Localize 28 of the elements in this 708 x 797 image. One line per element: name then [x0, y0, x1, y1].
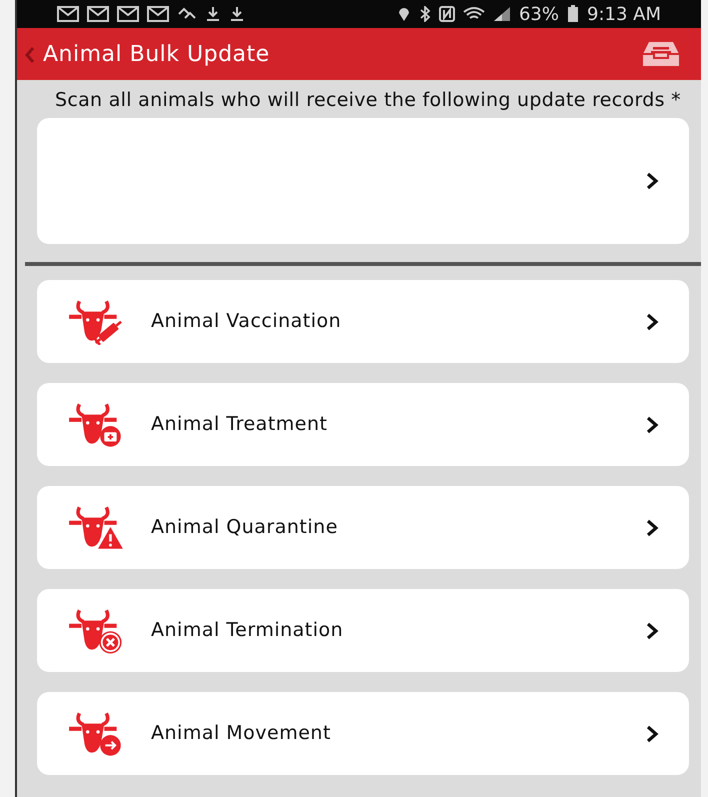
notification-icon	[57, 6, 79, 22]
record-type-item[interactable]: Animal Movement	[37, 692, 689, 775]
chevron-icon	[645, 171, 659, 191]
scan-field[interactable]	[37, 118, 689, 244]
instruction-text: Scan all animals who will receive the following update records *	[54, 88, 682, 110]
download-icon	[229, 6, 245, 22]
record-type-item[interactable]: Animal Vaccination	[37, 280, 689, 363]
chevron-icon	[645, 620, 659, 640]
notification-icon	[87, 6, 109, 22]
nfc-icon	[438, 6, 455, 22]
clock-time: 9:13 AM	[587, 2, 661, 26]
chevron-icon	[645, 518, 659, 538]
chevron-icon	[645, 312, 659, 332]
notification-icon	[117, 6, 139, 22]
location-icon	[396, 6, 411, 22]
chevron-icon	[645, 724, 659, 744]
battery-icon	[567, 5, 579, 23]
signal-icon	[492, 6, 511, 22]
record-type-item[interactable]: Animal Termination	[37, 589, 689, 672]
chevron-icon	[645, 414, 659, 434]
bluetooth-icon	[418, 6, 431, 22]
screen-title: Animal Bulk Update	[43, 40, 270, 68]
tray-button[interactable]	[641, 40, 681, 68]
download-icon	[205, 6, 221, 22]
record-type-item[interactable]: Animal Treatment	[37, 383, 689, 466]
notification-icon	[147, 6, 169, 22]
record-type-item[interactable]: Animal Quarantine	[37, 486, 689, 569]
battery-percentage: 63%	[518, 2, 559, 26]
